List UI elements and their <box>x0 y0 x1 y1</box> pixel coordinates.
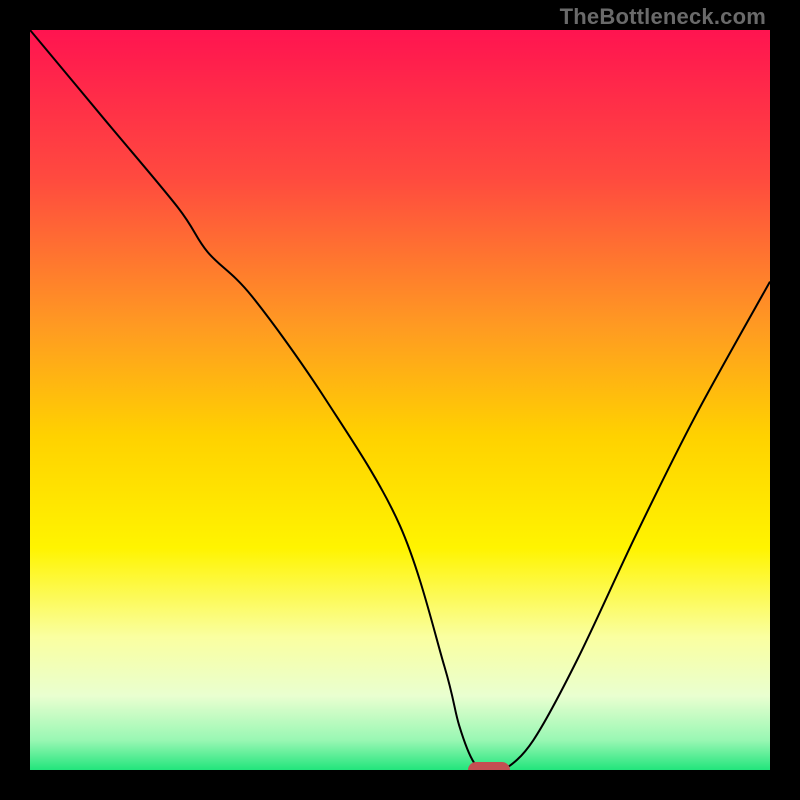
plot-area <box>30 30 770 770</box>
chart-frame: TheBottleneck.com <box>0 0 800 800</box>
watermark-text: TheBottleneck.com <box>560 4 766 30</box>
bottleneck-curve <box>30 30 770 770</box>
optimal-point-marker <box>468 762 510 770</box>
